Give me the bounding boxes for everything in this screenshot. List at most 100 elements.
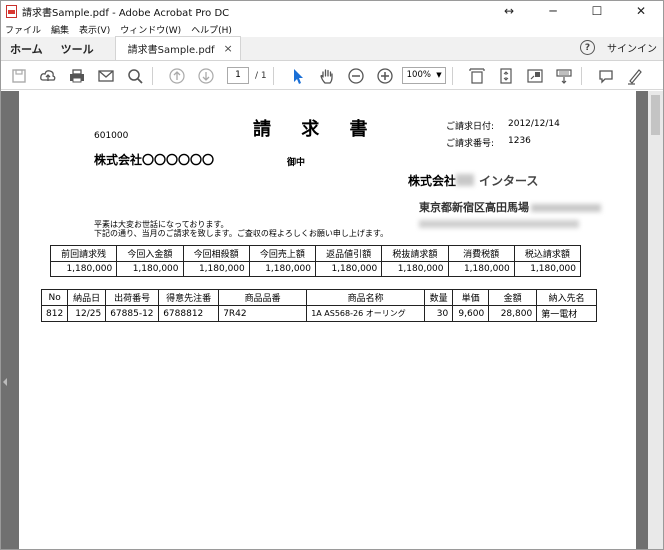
detail-header: 商品名称: [306, 289, 426, 306]
company-address: 東京都新宿区高田馬場: [419, 201, 529, 214]
tab-bar: ホーム ツール 請求書Sample.pdf × ? サインイン: [1, 36, 663, 61]
summary-header: 前回請求残: [49, 245, 118, 262]
select-cursor-icon[interactable]: [287, 65, 309, 87]
detail-cell-product: 1A AS568-26 オーリング: [306, 305, 426, 322]
detail-cell-shipment: 67885-12: [105, 305, 160, 322]
detail-header-row: No 納品日 出荷番号 得意先注番 商品品番 商品名称 数量 単価 金額 納入先…: [40, 289, 597, 306]
invoice-title: 請 求 書: [253, 119, 380, 140]
close-button[interactable]: ✕: [619, 1, 663, 21]
company-name-prefix: 株式会社: [408, 174, 457, 188]
summary-header: 返品値引額: [314, 245, 383, 262]
minimize-button[interactable]: ─: [531, 1, 575, 21]
invoice-date: 2012/12/14: [508, 119, 560, 129]
summary-header: 税抜請求額: [381, 245, 449, 262]
next-page-icon[interactable]: [195, 65, 217, 87]
invoice-number-label: ご請求番号:: [446, 139, 495, 149]
print-icon[interactable]: [66, 65, 88, 87]
detail-cell-amount: 28,800: [488, 305, 538, 322]
redacted-block: [456, 174, 474, 186]
summary-value-row: 1,180,000 1,180,000 1,180,000 1,180,000 …: [49, 261, 582, 277]
summary-header: 今回入金額: [116, 245, 184, 262]
detail-header: 金額: [488, 289, 538, 306]
pen-sign-icon[interactable]: [624, 65, 646, 87]
summary-table: 前回請求残 今回入金額 今回相殺額 今回売上額 返品値引額 税抜請求額 消費税額…: [49, 245, 582, 277]
pdf-app-icon: [6, 4, 17, 18]
window-title: 請求書Sample.pdf - Adobe Acrobat Pro DC: [22, 7, 230, 19]
scroll-thumb[interactable]: [651, 95, 660, 135]
title-bar: 請求書Sample.pdf - Adobe Acrobat Pro DC ↔ ─…: [1, 1, 663, 21]
summary-header: 今回相殺額: [182, 245, 250, 262]
summary-header: 消費税額: [447, 245, 515, 262]
summary-header: 今回売上額: [248, 245, 317, 262]
honorific: 御中: [287, 158, 306, 168]
invoice-date-label: ご請求日付:: [446, 122, 495, 132]
toolbar-divider: [272, 66, 274, 85]
detail-header: 単価: [452, 289, 490, 306]
pdf-page: 請 求 書 601000 株式会社〇〇〇〇〇〇 御中 ご請求日付: 2012/1…: [19, 91, 636, 549]
fit-page-icon[interactable]: [495, 65, 517, 87]
save-icon[interactable]: [8, 65, 30, 87]
zoom-value: 100%: [406, 70, 431, 80]
zoom-out-icon[interactable]: [345, 65, 367, 87]
left-panel-toggle-icon[interactable]: [3, 378, 7, 386]
summary-value: 1,180,000: [447, 261, 515, 277]
maximize-button[interactable]: ☐: [575, 1, 619, 21]
summary-value: 1,180,000: [248, 261, 317, 277]
detail-cell-date: 12/25: [67, 305, 107, 322]
greeting-line-2: 下記の通り、当月のご請求を致します。ご査収の程よろしくお願い申し上げます。: [94, 229, 389, 238]
summary-value: 1,180,000: [182, 261, 250, 277]
toolbar-divider: [152, 66, 153, 85]
detail-header: 商品品番: [218, 289, 308, 306]
detail-header: 数量: [424, 289, 454, 306]
fit-width-icon[interactable]: [466, 65, 488, 87]
restore-size-icon[interactable]: ↔: [487, 1, 531, 21]
email-icon[interactable]: [95, 65, 117, 87]
page-total: / 1: [255, 70, 267, 81]
upload-cloud-icon[interactable]: [37, 65, 59, 87]
tab-document[interactable]: 請求書Sample.pdf ×: [114, 36, 241, 60]
previous-page-icon[interactable]: [166, 65, 188, 87]
search-icon[interactable]: [124, 65, 146, 87]
document-viewport[interactable]: 請 求 書 601000 株式会社〇〇〇〇〇〇 御中 ご請求日付: 2012/1…: [1, 91, 663, 549]
tab-tools[interactable]: ツール: [52, 37, 103, 60]
menu-bar: ファイル 編集 表示(V) ウィンドウ(W) ヘルプ(H): [1, 21, 663, 37]
zoom-dropdown[interactable]: 100% ▼: [401, 67, 446, 84]
menu-window[interactable]: ウィンドウ(W): [120, 23, 181, 36]
customer-code: 601000: [94, 131, 129, 141]
document-tab-label: 請求書Sample.pdf: [127, 45, 215, 56]
detail-header: No: [40, 289, 69, 306]
page-number-input[interactable]: 1: [227, 67, 249, 84]
detail-header: 納入先名: [536, 289, 597, 306]
zoom-in-icon[interactable]: [374, 65, 396, 87]
vertical-scrollbar[interactable]: [648, 91, 663, 549]
redacted-block: [419, 220, 579, 228]
detail-table: No 納品日 出荷番号 得意先注番 商品品番 商品名称 数量 単価 金額 納入先…: [40, 289, 597, 322]
tab-home[interactable]: ホーム: [1, 37, 52, 60]
keyboard-scroll-icon[interactable]: [553, 65, 575, 87]
detail-header: 納品日: [67, 289, 107, 306]
comment-icon[interactable]: [595, 65, 617, 87]
detail-cell-order: 6788812: [158, 305, 220, 322]
signin-link[interactable]: サインイン: [607, 40, 657, 55]
summary-header-row: 前回請求残 今回入金額 今回相殺額 今回売上額 返品値引額 税抜請求額 消費税額…: [49, 245, 582, 262]
menu-file[interactable]: ファイル: [5, 23, 41, 36]
full-screen-icon[interactable]: [524, 65, 546, 87]
chevron-down-icon: ▼: [436, 71, 442, 79]
menu-edit[interactable]: 編集: [51, 23, 69, 36]
help-icon[interactable]: ?: [580, 40, 595, 55]
hand-tool-icon[interactable]: [316, 65, 338, 87]
detail-header: 出荷番号: [105, 289, 160, 306]
close-tab-icon[interactable]: ×: [223, 42, 232, 55]
menu-view[interactable]: 表示(V): [79, 23, 110, 36]
detail-cell-qty: 30: [424, 305, 454, 322]
menu-help[interactable]: ヘルプ(H): [191, 23, 232, 36]
summary-value: 1,180,000: [116, 261, 184, 277]
table-row: 812 12/25 67885-12 6788812 7R42 1A AS568…: [40, 305, 597, 322]
summary-value: 1,180,000: [314, 261, 383, 277]
detail-header: 得意先注番: [158, 289, 220, 306]
acrobat-window: 請求書Sample.pdf - Adobe Acrobat Pro DC ↔ ─…: [0, 0, 664, 550]
summary-value: 1,180,000: [49, 261, 118, 277]
toolbar: 1 / 1 100% ▼: [1, 62, 663, 90]
summary-value: 1,180,000: [513, 261, 582, 277]
redacted-block: [531, 204, 601, 212]
